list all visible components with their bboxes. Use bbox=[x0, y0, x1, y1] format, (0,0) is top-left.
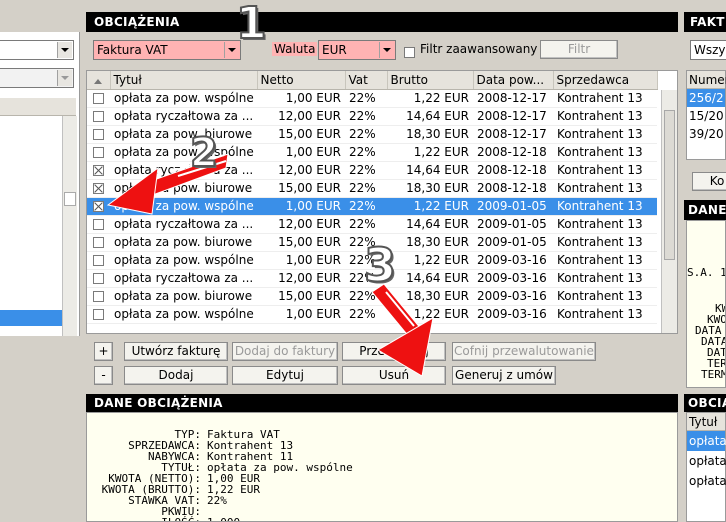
step-1-label: 1 bbox=[235, 0, 268, 50]
step-2-label: 2 bbox=[189, 129, 219, 177]
step-3-label: 3 bbox=[363, 237, 397, 293]
annotation-overlay bbox=[106, 153, 434, 377]
arrow-3-icon bbox=[371, 283, 434, 377]
